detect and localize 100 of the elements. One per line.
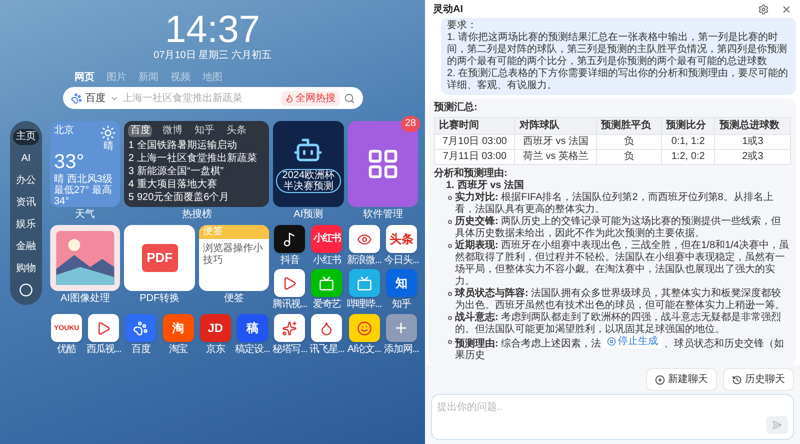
app-logo-icon [96,320,112,336]
app-logo-icon [319,276,334,290]
app-icon[interactable]: 头条 [386,225,417,253]
sidebar-item[interactable]: 金融 [13,239,39,255]
hot-list-tab[interactable]: 知乎 [192,125,216,137]
ai-prediction-card[interactable]: 2024欧洲杯半决赛预测 [273,121,344,207]
widget-caption: 热搜榜 [182,209,212,221]
table-header-cell: 对阵球队 [514,117,597,134]
app-label: 优酷 [57,344,76,355]
pdf-card[interactable]: PDF [124,225,195,291]
app-icon[interactable]: 小红书 [311,225,342,253]
landscape-drawing[interactable] [50,225,120,291]
sidebar-item[interactable]: 购物 [13,261,39,277]
table-header-cell: 比赛时间 [434,117,515,134]
search-field[interactable]: 百度 上海一社区食堂推出新蔬菜 全网热搜 [62,87,362,109]
stop-generating-button[interactable]: 停止生成 [603,336,662,348]
app-logo-icon [282,320,298,336]
table-cell: 0:1, 1:2 [661,134,715,149]
app-label: 京东 [206,344,225,355]
panel-title: 灵动AI [433,2,463,16]
app-icon[interactable] [311,314,342,342]
app-logo-text: JD [208,322,224,334]
widget-caption: AI图像处理 [60,293,110,305]
table-cell: 荷兰 vs 英格兰 [514,149,597,164]
history-icon [732,374,742,384]
bullet-icon [448,340,452,344]
rank-number: 4 [128,178,134,191]
table-cell: 负 [596,149,662,164]
question-input[interactable]: 提出你的问题.. [432,395,793,439]
temperature-text: 33° [54,152,86,172]
hot-list-tab[interactable]: 头条 [224,125,248,137]
rank-number: 1 [128,139,134,152]
app-icon[interactable] [274,225,306,253]
table-header-cell: 预测总进球数 [714,117,790,134]
settings-icon[interactable] [758,4,769,14]
send-icon [772,420,782,430]
app-icon[interactable]: 知 [386,269,417,297]
app-label: 新浪微... [346,255,382,266]
bullet-icon [448,244,452,248]
sidebar-item[interactable]: 资讯 [13,195,39,211]
table-cell: 负 [596,134,662,149]
condition-text: 晴 [103,141,114,152]
app-logo-icon [282,232,298,246]
table-cell: 7月11日 03:00 [434,149,515,164]
hot-list-tab[interactable]: 百度 [128,125,152,137]
hot-list-tab[interactable]: 微博 [160,125,184,137]
app-label: 西瓜视... [86,344,122,355]
widget-caption: AI预测 [294,209,324,221]
widget-caption: 天气 [75,209,96,221]
hot-list-item[interactable]: 上海一社区食堂推出新蔬菜 [136,152,257,165]
rank-number: 5 [128,191,134,204]
app-logo-icon [282,276,298,290]
app-logo-text: 知 [395,277,408,289]
app-label: 淘宝 [168,344,188,355]
city-label: 北京 [54,125,74,138]
sidebar-item[interactable]: 娱乐 [13,217,39,233]
analysis-point: 近期表现: 西班牙在小组赛中表现出色，三战全胜，但在1/8和1/4决赛中，虽然都取得了胜利，但过程并不轻松。法国队在小组赛中表现稳定，虽然有一场平局，但整体实力不容小觑。在淘汰赛中，法国队也展现出了强大的实力。 [455,240,790,287]
table-cell: 7月10日 03:00 [434,134,515,149]
hot-search-button[interactable]: 全网热搜 [280,90,340,106]
app-label: 今日头... [384,255,419,266]
sidebar-item[interactable]: AI [18,151,34,167]
app-label: 知乎 [392,299,411,310]
hot-list-item[interactable]: 920元全面覆盖6个月 [136,191,230,204]
search-icon[interactable] [344,92,354,104]
analysis-point: 预测理由: 综合考虑上述因素，法 停止生成 、球员状态和历史交锋（如果历史 [455,336,786,362]
note-header: 便签 [198,225,270,239]
history-button[interactable]: 历史聊天 [723,368,794,391]
app-logo-icon [356,232,372,246]
app-icon[interactable]: JD [200,314,231,342]
circle-icon[interactable] [19,283,33,297]
search-input[interactable]: 上海一社区食堂推出新蔬菜 [122,90,276,106]
temperature-range: 最低27° 最高34° [54,185,113,207]
table-cell: 1:2, 0:2 [661,149,715,164]
note-card[interactable]: 便签 浏览器操作小技巧 [198,225,270,291]
flame-icon [284,94,294,102]
section-heading: 分析和预测理由: [434,168,508,180]
table-cell: 1或3 [714,134,790,149]
software-card[interactable] [348,121,418,207]
sidebar-item[interactable]: 办公 [13,173,39,189]
app-logo-text: 头条 [389,233,414,245]
close-icon[interactable] [781,4,792,14]
hot-list-item[interactable]: 全国铁路暑期运输启动 [136,139,237,152]
app-icon[interactable] [386,314,417,342]
rank-number: 3 [128,165,134,178]
app-logo-text: 稿 [246,322,259,334]
hot-list-item[interactable]: 新能源全国“一盘棋” [136,165,224,178]
new-chat-button[interactable]: 新建聊天 [646,368,717,391]
hot-list-item[interactable]: 重大项目落地大赛 [136,178,217,191]
sidebar-item[interactable]: 主页 [13,129,39,145]
app-label: 腾讯视... [272,299,308,310]
bullet-icon [448,220,452,224]
wind-text: 晴 西北风3级 [54,174,114,185]
engine-label[interactable]: 百度 [86,90,106,106]
app-logo-icon [356,320,372,336]
app-logo-icon [319,320,334,336]
bullet-icon [448,292,452,296]
app-logo-icon [356,276,372,290]
app-label: 稿定设... [235,344,270,355]
widget-caption: PDF转换 [140,293,180,305]
app-icon[interactable]: 稿 [237,314,268,342]
